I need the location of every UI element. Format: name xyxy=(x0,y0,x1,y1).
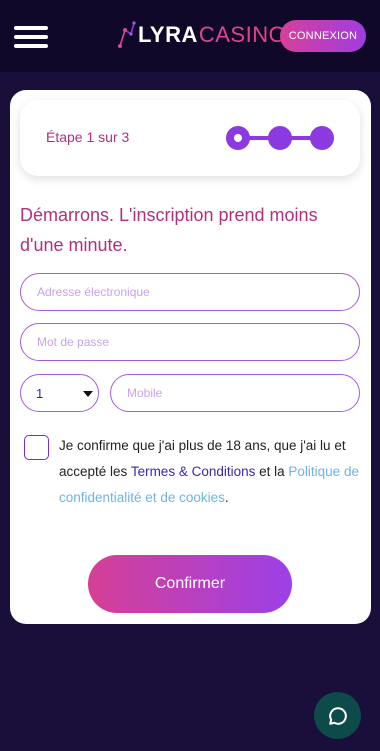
login-button[interactable]: CONNEXION xyxy=(280,20,366,52)
logo-text-lyra: LYRA xyxy=(138,22,198,47)
country-code-value: 1 xyxy=(36,386,44,401)
constellation-logo-icon xyxy=(118,21,136,48)
menu-line xyxy=(14,44,48,48)
consent-text: Je confirme que j'ai plus de 18 ans, que… xyxy=(59,433,361,511)
hamburger-menu-icon[interactable] xyxy=(14,26,48,48)
menu-line xyxy=(14,26,48,30)
consent-text-part2: et la xyxy=(255,464,289,479)
chevron-down-icon xyxy=(83,391,93,397)
consent-text-end: . xyxy=(224,490,229,505)
step-dot-1 xyxy=(226,126,250,150)
chat-bubble-icon xyxy=(328,706,347,725)
confirm-button[interactable]: Confirmer xyxy=(88,555,292,613)
page-title: Démarrons. L'inscription prend moins d'u… xyxy=(20,205,318,255)
password-field[interactable] xyxy=(20,323,360,361)
step-progress xyxy=(226,125,336,151)
step-indicator-card: Étape 1 sur 3 xyxy=(20,100,360,176)
country-code-select[interactable]: 1 xyxy=(20,374,99,412)
step-label: Étape 1 sur 3 xyxy=(46,129,130,145)
top-bar: LYRA CASINO CONNEXION xyxy=(0,0,380,72)
step-dot-2 xyxy=(268,126,292,150)
registration-panel: Étape 1 sur 3 Démarrons. L'inscription p… xyxy=(10,90,371,624)
mobile-field[interactable] xyxy=(110,374,360,412)
age-consent-checkbox[interactable] xyxy=(24,435,49,460)
logo-text-casino: CASINO xyxy=(198,22,287,47)
site-logo[interactable]: LYRA CASINO xyxy=(117,20,286,50)
step-dot-3 xyxy=(310,126,334,150)
email-field[interactable] xyxy=(20,273,360,311)
chat-button[interactable] xyxy=(314,692,361,739)
menu-line xyxy=(14,35,48,39)
terms-link[interactable]: Termes & Conditions xyxy=(131,464,256,479)
